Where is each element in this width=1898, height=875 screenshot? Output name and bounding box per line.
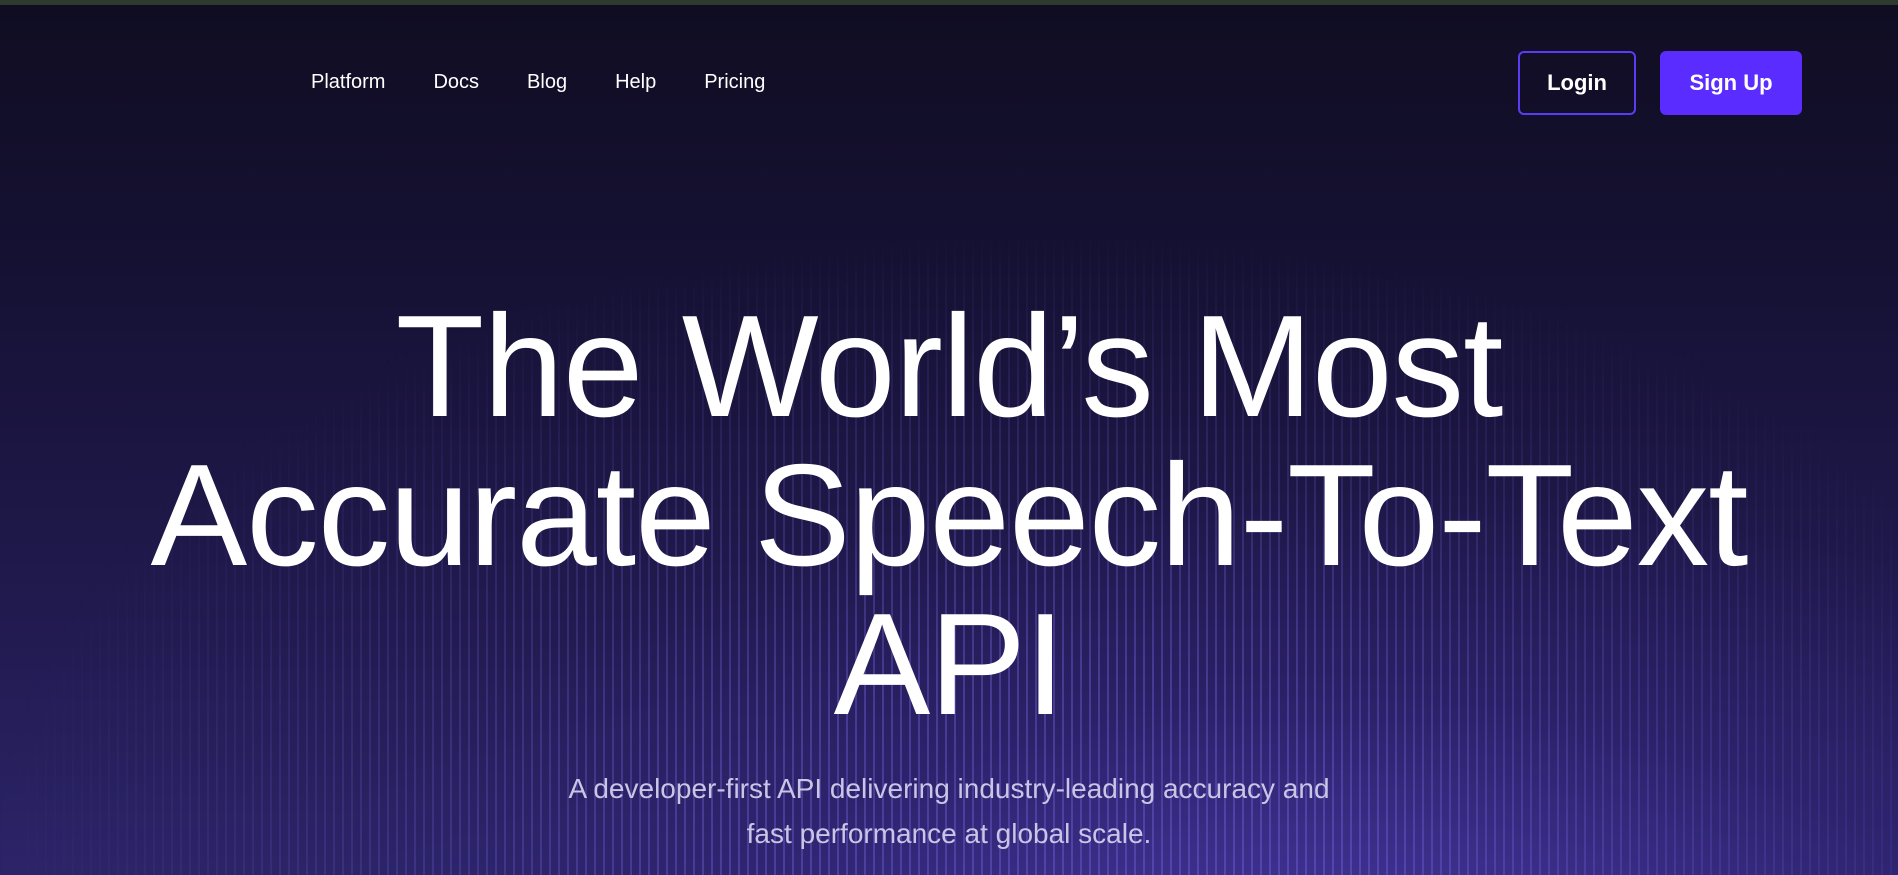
- hero-title: The World’s Most Accurate Speech-To-Text…: [0, 292, 1898, 739]
- nav-link-help[interactable]: Help: [615, 70, 656, 94]
- hero-title-line: The World’s Most: [395, 285, 1504, 447]
- hero-subtitle-line: fast performance at global scale.: [746, 818, 1152, 849]
- browser-top-strip: [0, 0, 1898, 5]
- hero-subtitle: A developer-first API delivering industr…: [0, 766, 1898, 856]
- nav-link-pricing[interactable]: Pricing: [704, 70, 765, 94]
- hero-subtitle-line: A developer-first API delivering industr…: [568, 773, 1330, 804]
- login-button[interactable]: Login: [1518, 51, 1636, 115]
- hero-title-line: API: [833, 583, 1066, 745]
- nav-link-docs[interactable]: Docs: [433, 70, 479, 94]
- nav-link-platform[interactable]: Platform: [311, 70, 385, 94]
- hero-title-line: Accurate Speech-To-Text: [150, 434, 1749, 596]
- landing-page: Platform Docs Blog Help Pricing Login Si…: [0, 0, 1898, 875]
- nav-link-blog[interactable]: Blog: [527, 70, 567, 94]
- primary-nav: Platform Docs Blog Help Pricing: [311, 70, 765, 94]
- signup-button[interactable]: Sign Up: [1660, 51, 1802, 115]
